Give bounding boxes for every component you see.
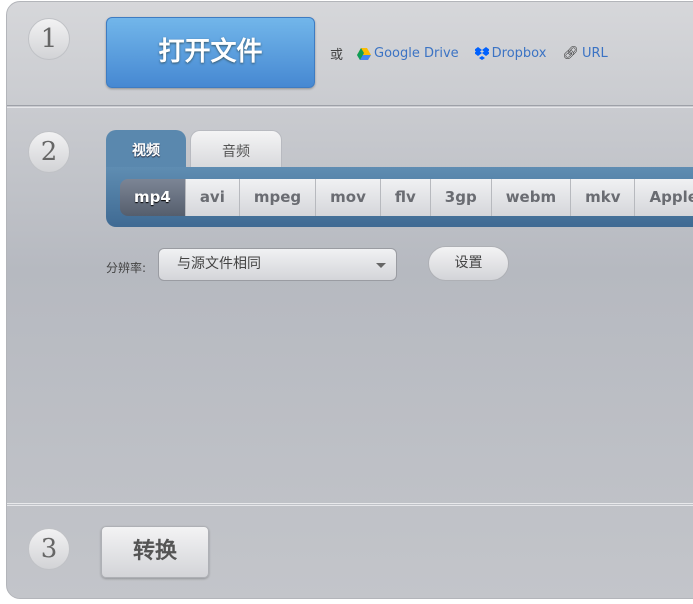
step-1-section: 1 打开文件 或 Google Drive Dropbox 🔗︎ URL bbox=[7, 2, 693, 106]
converter-panel: 1 打开文件 或 Google Drive Dropbox 🔗︎ URL 2 视频… bbox=[6, 1, 693, 599]
format-mp4[interactable]: mp4 bbox=[120, 179, 186, 216]
resolution-label: 分辨率: bbox=[106, 261, 147, 275]
dropbox-icon bbox=[474, 47, 489, 60]
format-webm[interactable]: webm bbox=[491, 179, 572, 216]
step-number: 3 bbox=[28, 528, 70, 570]
step-2-section: 2 视频 音频 mp4avimpegmovflv3gpwebmmkvApple … bbox=[7, 107, 693, 504]
resolution-select[interactable]: 与源文件相同 bbox=[158, 248, 397, 281]
tab-audio[interactable]: 音频 bbox=[190, 130, 282, 168]
step-number: 2 bbox=[28, 131, 70, 173]
link-icon: 🔗︎ bbox=[562, 46, 579, 61]
format-mov[interactable]: mov bbox=[316, 179, 381, 216]
format-avi[interactable]: avi bbox=[185, 179, 240, 216]
open-file-button[interactable]: 打开文件 bbox=[106, 17, 315, 88]
format-flv[interactable]: flv bbox=[380, 179, 431, 216]
convert-button[interactable]: 转换 bbox=[101, 526, 209, 578]
google-drive-icon bbox=[357, 47, 372, 60]
google-drive-link[interactable]: Google Drive bbox=[357, 46, 459, 61]
url-link[interactable]: 🔗︎ URL bbox=[562, 46, 607, 61]
dropbox-link[interactable]: Dropbox bbox=[474, 46, 546, 61]
format-apple[interactable]: Apple bbox=[635, 179, 693, 216]
chevron-down-icon bbox=[376, 263, 386, 273]
format-3gp[interactable]: 3gp bbox=[430, 179, 492, 216]
settings-button[interactable]: 设置 bbox=[428, 246, 509, 281]
tab-video[interactable]: 视频 bbox=[106, 130, 186, 168]
step-3-section: 3 转换 bbox=[7, 505, 693, 598]
format-mpeg[interactable]: mpeg bbox=[239, 179, 317, 216]
or-label: 或 bbox=[330, 48, 344, 63]
format-mkv[interactable]: mkv bbox=[571, 179, 636, 216]
format-bar: mp4avimpegmovflv3gpwebmmkvApple bbox=[106, 167, 693, 227]
step-number: 1 bbox=[28, 18, 70, 60]
